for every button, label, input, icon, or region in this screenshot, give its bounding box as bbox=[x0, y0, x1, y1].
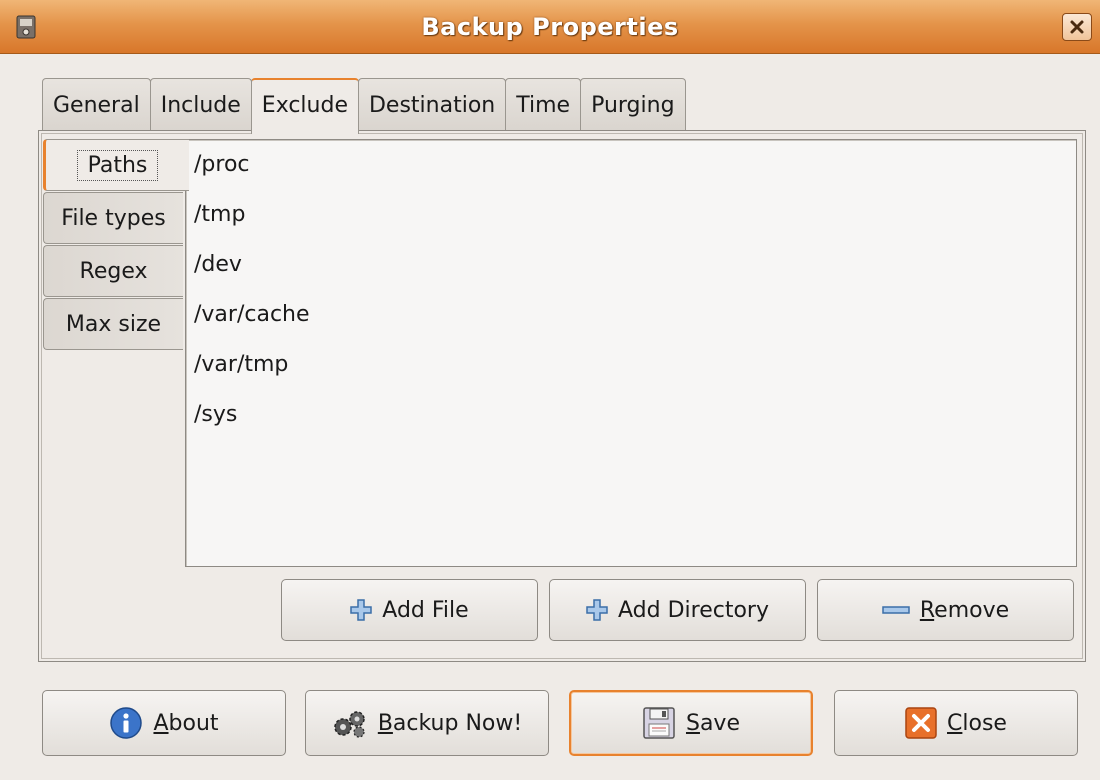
list-item[interactable]: /var/tmp bbox=[186, 340, 1076, 390]
close-label: Close bbox=[947, 710, 1007, 736]
notebook-tabs: General Include Exclude Destination Time… bbox=[42, 78, 686, 134]
close-x-icon bbox=[905, 707, 937, 739]
close-button[interactable]: Close bbox=[834, 690, 1078, 756]
side-tab-max-size[interactable]: Max size bbox=[43, 298, 183, 350]
add-directory-button[interactable]: Add Directory bbox=[549, 579, 806, 641]
exclude-page: Paths File types Regex Max size /proc /t… bbox=[38, 130, 1086, 662]
remove-label: Remove bbox=[919, 597, 1010, 623]
side-tab-label: Regex bbox=[79, 258, 148, 284]
save-label: Save bbox=[685, 710, 740, 736]
list-item[interactable]: /proc bbox=[186, 140, 1076, 190]
window-close-button[interactable] bbox=[1062, 13, 1092, 41]
plus-icon bbox=[350, 599, 373, 621]
side-tab-label: File types bbox=[61, 205, 166, 231]
side-tab-regex[interactable]: Regex bbox=[43, 245, 183, 297]
tab-time[interactable]: Time bbox=[505, 78, 582, 130]
side-tab-paths[interactable]: Paths bbox=[43, 139, 189, 191]
plus-icon bbox=[586, 599, 608, 621]
title-bar[interactable]: Backup Properties bbox=[0, 0, 1100, 54]
tab-general[interactable]: General bbox=[42, 78, 151, 130]
add-file-button[interactable]: Add File bbox=[281, 579, 538, 641]
list-item[interactable]: /dev bbox=[186, 240, 1076, 290]
save-button[interactable]: Save bbox=[569, 690, 813, 756]
excluded-paths-list[interactable]: /proc /tmp /dev /var/cache /var/tmp /sys bbox=[185, 139, 1077, 567]
tab-destination[interactable]: Destination bbox=[357, 78, 507, 130]
list-item[interactable]: /tmp bbox=[186, 190, 1076, 240]
add-directory-label: Add Directory bbox=[618, 597, 769, 623]
about-label: About bbox=[153, 710, 219, 736]
side-tab-label: Max size bbox=[65, 311, 162, 337]
info-icon bbox=[109, 706, 143, 740]
floppy-disk-icon bbox=[642, 706, 676, 740]
window-title: Backup Properties bbox=[421, 13, 679, 41]
side-tab-file-types[interactable]: File types bbox=[43, 192, 183, 244]
tab-purging[interactable]: Purging bbox=[580, 78, 686, 130]
gears-icon bbox=[332, 708, 368, 738]
tab-exclude[interactable]: Exclude bbox=[250, 78, 359, 134]
add-file-label: Add File bbox=[382, 597, 469, 623]
list-item[interactable]: /var/cache bbox=[186, 290, 1076, 340]
tab-include[interactable]: Include bbox=[149, 78, 252, 130]
list-item[interactable]: /sys bbox=[186, 390, 1076, 440]
remove-button[interactable]: Remove bbox=[817, 579, 1074, 641]
close-icon bbox=[1070, 20, 1084, 34]
side-tabs: Paths File types Regex Max size bbox=[43, 139, 189, 351]
minus-icon bbox=[882, 604, 910, 616]
backup-now-button[interactable]: Backup Now! bbox=[305, 690, 549, 756]
about-button[interactable]: About bbox=[42, 690, 286, 756]
side-tab-label: Paths bbox=[76, 149, 159, 181]
backup-now-label: Backup Now! bbox=[377, 710, 523, 736]
